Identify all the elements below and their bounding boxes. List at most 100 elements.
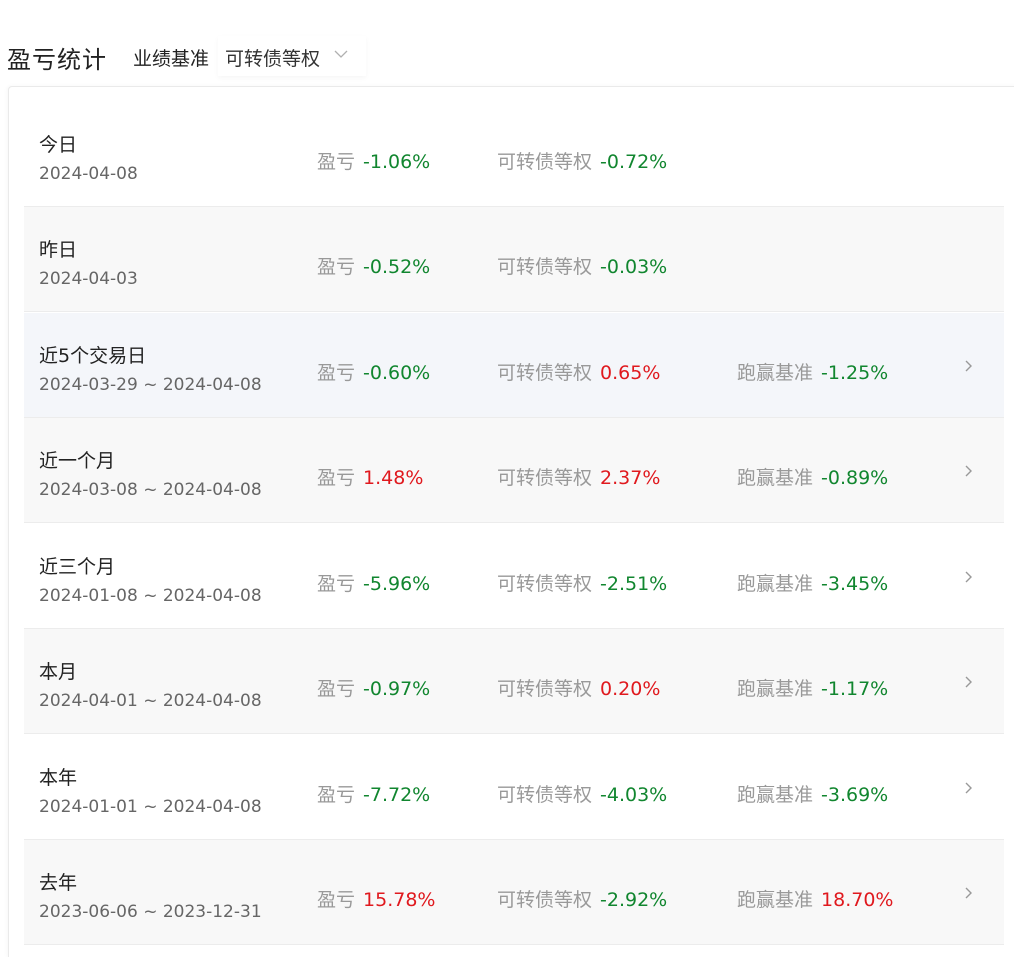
period-title: 本年 (39, 767, 78, 789)
pnl-stat: 盈亏 -0.97% (317, 674, 430, 701)
benchmark-dropdown[interactable]: 可转债等权 (218, 36, 366, 76)
benchmark-value: -4.03% (600, 784, 668, 806)
benchmark-stat-label: 可转债等权 (497, 467, 593, 489)
excess-label: 跑赢基准 (737, 573, 814, 595)
chevron-right-icon[interactable] (961, 779, 975, 797)
pnl-label: 盈亏 (317, 467, 356, 489)
pnl-stat: 盈亏 1.48% (317, 463, 423, 490)
period-row-yesterday: 昨日 2024-04-03 盈亏 -0.52% 可转债等权 -0.03% (24, 207, 1004, 312)
benchmark-value: 0.65% (600, 362, 661, 384)
pnl-label: 盈亏 (317, 573, 356, 595)
pnl-value: -0.60% (363, 362, 431, 384)
benchmark-value: -2.92% (600, 889, 668, 911)
period-title: 近三个月 (39, 556, 116, 578)
period-row-last-3-months[interactable]: 近三个月 2024-01-08 ~ 2024-04-08 盈亏 -5.96% 可转… (24, 524, 1004, 629)
period-row-this-month[interactable]: 本月 2024-04-01 ~ 2024-04-08 盈亏 -0.97% 可转债等… (24, 629, 1004, 734)
excess-stat: 跑赢基准 -1.17% (737, 674, 888, 701)
period-date: 2024-01-01 ~ 2024-04-08 (39, 797, 262, 817)
excess-stat: 跑赢基准 -0.89% (737, 463, 888, 490)
excess-value: -1.17% (821, 678, 889, 700)
pnl-value: -1.06% (363, 151, 431, 173)
pnl-value: -5.96% (363, 573, 431, 595)
period-row-last-5-days[interactable]: 近5个交易日 2024-03-29 ~ 2024-04-08 盈亏 -0.60% … (24, 313, 1004, 418)
excess-value: -3.69% (821, 784, 889, 806)
excess-value: -3.45% (821, 573, 889, 595)
stats-panel: 今日 2024-04-08 盈亏 -1.06% 可转债等权 -0.72% 昨日 20… (8, 86, 1014, 957)
pnl-label: 盈亏 (317, 784, 356, 806)
period-title: 昨日 (39, 239, 78, 261)
chevron-right-icon[interactable] (961, 462, 975, 480)
excess-label: 跑赢基准 (737, 784, 814, 806)
pnl-value: -0.97% (363, 678, 431, 700)
excess-label: 跑赢基准 (737, 889, 814, 911)
benchmark-stat: 可转债等权 0.65% (497, 358, 660, 385)
chevron-right-icon[interactable] (961, 568, 975, 586)
benchmark-stat-label: 可转债等权 (497, 784, 593, 806)
pnl-value: -0.52% (363, 256, 431, 278)
benchmark-value: 2.37% (600, 467, 661, 489)
excess-value: 18.70% (821, 889, 894, 911)
period-row-today: 今日 2024-04-08 盈亏 -1.06% 可转债等权 -0.72% (24, 102, 1004, 207)
benchmark-stat: 可转债等权 2.37% (497, 463, 660, 490)
period-date: 2024-03-08 ~ 2024-04-08 (39, 480, 262, 500)
benchmark-stat-label: 可转债等权 (497, 362, 593, 384)
chevron-right-icon[interactable] (961, 673, 975, 691)
benchmark-value: -2.51% (600, 573, 668, 595)
pnl-value: 15.78% (363, 889, 436, 911)
period-title: 今日 (39, 134, 78, 156)
page-title: 盈亏统计 (7, 46, 107, 74)
benchmark-stat-label: 可转债等权 (497, 256, 593, 278)
benchmark-stat: 可转债等权 -2.92% (497, 885, 667, 912)
benchmark-stat: 可转债等权 -2.51% (497, 569, 667, 596)
benchmark-stat: 可转债等权 -0.72% (497, 147, 667, 174)
pnl-stat: 盈亏 -5.96% (317, 569, 430, 596)
pnl-label: 盈亏 (317, 151, 356, 173)
period-date: 2023-06-06 ~ 2023-12-31 (39, 902, 262, 922)
excess-stat: 跑赢基准 18.70% (737, 885, 893, 912)
benchmark-value: -0.03% (600, 256, 668, 278)
pnl-stat: 盈亏 -1.06% (317, 147, 430, 174)
benchmark-value: 0.20% (600, 678, 661, 700)
excess-stat: 跑赢基准 -1.25% (737, 358, 888, 385)
period-date: 2024-03-29 ~ 2024-04-08 (39, 375, 262, 395)
excess-value: -1.25% (821, 362, 889, 384)
period-row-this-year[interactable]: 本年 2024-01-01 ~ 2024-04-08 盈亏 -7.72% 可转债等… (24, 735, 1004, 840)
pnl-label: 盈亏 (317, 256, 356, 278)
pnl-value: 1.48% (363, 467, 424, 489)
period-date: 2024-01-08 ~ 2024-04-08 (39, 586, 262, 606)
page-header: 盈亏统计 业绩基准 可转债等权 (0, 36, 1014, 76)
pnl-stat: 盈亏 -0.52% (317, 252, 430, 279)
period-title: 本月 (39, 661, 78, 683)
pnl-stat: 盈亏 -7.72% (317, 780, 430, 807)
chevron-right-icon[interactable] (961, 357, 975, 375)
period-date: 2024-04-08 (39, 164, 138, 184)
chevron-down-icon (334, 50, 348, 58)
period-title: 近5个交易日 (39, 345, 147, 367)
chevron-right-icon[interactable] (961, 884, 975, 902)
period-title: 去年 (39, 872, 78, 894)
benchmark-stat-label: 可转债等权 (497, 573, 593, 595)
excess-stat: 跑赢基准 -3.69% (737, 780, 888, 807)
benchmark-label: 业绩基准 (133, 48, 210, 70)
period-date: 2024-04-01 ~ 2024-04-08 (39, 691, 262, 711)
pnl-label: 盈亏 (317, 678, 356, 700)
pnl-label: 盈亏 (317, 889, 356, 911)
pnl-label: 盈亏 (317, 362, 356, 384)
pnl-value: -7.72% (363, 784, 431, 806)
period-date: 2024-04-03 (39, 269, 138, 289)
benchmark-stat-label: 可转债等权 (497, 678, 593, 700)
excess-label: 跑赢基准 (737, 362, 814, 384)
excess-stat: 跑赢基准 -3.45% (737, 569, 888, 596)
excess-label: 跑赢基准 (737, 467, 814, 489)
benchmark-stat-label: 可转债等权 (497, 151, 593, 173)
benchmark-stat: 可转债等权 0.20% (497, 674, 660, 701)
benchmark-stat: 可转债等权 -4.03% (497, 780, 667, 807)
excess-label: 跑赢基准 (737, 678, 814, 700)
period-row-last-year[interactable]: 去年 2023-06-06 ~ 2023-12-31 盈亏 15.78% 可转债等… (24, 840, 1004, 945)
pnl-stat: 盈亏 -0.60% (317, 358, 430, 385)
period-row-last-month[interactable]: 近一个月 2024-03-08 ~ 2024-04-08 盈亏 1.48% 可转债… (24, 418, 1004, 523)
benchmark-stat: 可转债等权 -0.03% (497, 252, 667, 279)
pnl-stat: 盈亏 15.78% (317, 885, 435, 912)
benchmark-selected-value: 可转债等权 (225, 48, 321, 70)
period-title: 近一个月 (39, 450, 116, 472)
